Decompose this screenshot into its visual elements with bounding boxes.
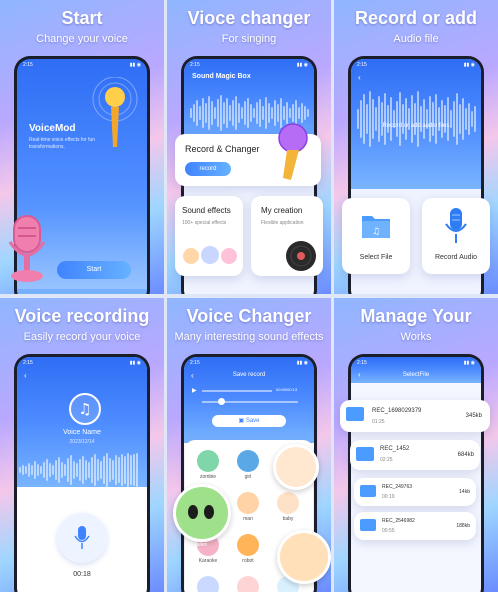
status-bar: 2:15 ▮▮ ◉ <box>23 360 141 366</box>
file-size: 188kb <box>456 523 470 529</box>
panel-subtitle: For singing <box>221 33 277 45</box>
status-bar: 2:15 ▮▮ ◉ <box>190 62 308 68</box>
panel-title: Vioce changer <box>187 8 311 28</box>
voice-name: Voice Name <box>63 429 101 436</box>
time-label: 00:00/00:13 <box>276 387 298 392</box>
save-icon: ▣ <box>238 418 246 424</box>
file-size: 345kb <box>465 413 482 419</box>
music-note-icon: ♫ <box>69 393 101 425</box>
file-name: REC_249763 <box>382 484 413 490</box>
microphone-icon <box>74 526 90 549</box>
recording-timer: 00:18 <box>73 571 91 578</box>
record-mic-button[interactable] <box>57 513 107 563</box>
card-desc: 100+ special effects <box>182 220 227 226</box>
phone-screen: 2:15 ▮▮ ◉ ‹ ♫ Voice Name 2023/12/14 00:1… <box>17 357 147 592</box>
file-row[interactable]: REC_1698029379 01:25 345kb <box>340 400 490 432</box>
volume-slider[interactable] <box>202 401 298 403</box>
file-name: REC_1452 <box>380 446 410 452</box>
microphone-icon <box>8 215 46 282</box>
card-desc: Flexible application <box>261 220 304 226</box>
panel-title: Voice Changer <box>186 306 312 326</box>
effect-baby[interactable] <box>277 492 299 514</box>
status-bar: 2:15 ▮▮ ◉ <box>23 62 141 68</box>
vinyl-icon <box>286 241 316 271</box>
sound-effects-card[interactable]: Sound effects 100+ special effects <box>175 196 243 276</box>
file-row[interactable]: REC_2546982 00:55 188kb <box>354 512 476 540</box>
banner-text: Record or add audio files <box>382 123 450 129</box>
effect-robot[interactable] <box>237 534 259 556</box>
panel-manage-works: Manage Your Works 2:15 ▮▮ ◉ ‹ SelectFile … <box>334 298 498 592</box>
file-duration: 01:25 <box>372 419 385 425</box>
effect-girl[interactable] <box>237 450 259 472</box>
record-audio-label: Record Audio <box>434 254 478 261</box>
folder-icon: ♫ <box>362 216 390 238</box>
app-header: Sound Magic Box <box>192 73 251 80</box>
effect-man[interactable] <box>237 492 259 514</box>
folder-icon <box>360 485 376 497</box>
record-audio-card[interactable]: Record Audio <box>422 198 490 274</box>
file-duration: 00:19 <box>382 494 395 500</box>
panel-title: Voice recording <box>14 306 150 326</box>
file-name: REC_2546982 <box>382 518 415 524</box>
back-arrow-icon[interactable]: ‹ <box>358 73 361 82</box>
phone-screen: 2:15 ▮▮ ◉ ‹ SelectFile <box>351 357 481 592</box>
file-row[interactable]: REC_249763 00:19 14kb <box>354 478 476 506</box>
panel-voice-recording: Voice recording Easily record your voice… <box>0 298 164 592</box>
status-bar: 2:15 ▮▮ ◉ <box>357 360 475 366</box>
folder-icon <box>356 447 374 461</box>
status-bar: 2:15 ▮▮ ◉ <box>190 360 308 366</box>
save-button[interactable]: ▣ Save <box>212 415 286 427</box>
panel-voice-changer: Vioce changer For singing 2:15 ▮▮ ◉ Sound… <box>167 0 331 294</box>
card-title: Record & Changer <box>185 144 260 154</box>
panel-start: Start Change your voice 2:15 ▮▮ ◉ VoiceMo… <box>0 0 164 294</box>
waveform <box>19 453 138 487</box>
file-row[interactable]: REC_1452 02:25 684kb <box>350 440 480 470</box>
voice-date: 2023/12/14 <box>69 439 95 445</box>
back-arrow-icon[interactable]: ‹ <box>24 371 27 380</box>
card-title: Sound effects <box>182 206 231 215</box>
screen-header: SelectFile <box>402 372 430 378</box>
folder-icon <box>346 407 364 421</box>
man-avatar <box>277 530 331 584</box>
my-creation-card[interactable]: My creation Flexible application <box>251 196 323 276</box>
panel-title: Record or add <box>354 8 478 28</box>
phone-frame: 2:15 ▮▮ ◉ ‹ SelectFile <box>348 354 484 592</box>
microphone-icon <box>445 208 467 243</box>
panel-subtitle: Easily record your voice <box>23 331 141 343</box>
panel-title: Manage Your <box>360 306 472 326</box>
status-bar: 2:15 ▮▮ ◉ <box>357 62 475 68</box>
card-title: My creation <box>261 206 303 215</box>
phone-frame: 2:15 ▮▮ ◉ ‹ ♫ Voice Name 2023/12/14 00:1… <box>14 354 150 592</box>
waveform <box>357 89 476 149</box>
panel-effects: Voice Changer Many interesting sound eff… <box>167 298 331 592</box>
file-duration: 00:55 <box>382 528 395 534</box>
select-file-card[interactable]: ♫ Select File <box>342 198 410 274</box>
microphone-icon <box>92 77 138 147</box>
screen-header: Save record <box>232 372 266 378</box>
app-name: VoiceMod <box>29 123 76 134</box>
panel-subtitle: Works <box>400 331 432 343</box>
progress-slider[interactable] <box>202 390 272 392</box>
panel-title: Start <box>61 8 103 28</box>
start-button[interactable]: Start <box>57 261 131 279</box>
panel-subtitle: Audio file <box>393 33 439 45</box>
file-size: 684kb <box>457 452 474 458</box>
file-name: REC_1698029379 <box>372 408 422 414</box>
effect-zombie[interactable] <box>197 450 219 472</box>
microphone-icon <box>278 123 308 180</box>
select-file-label: Select File <box>359 254 393 261</box>
panel-record-or-add: Record or add Audio file 2:15 ▮▮ ◉ ‹ Reco… <box>334 0 498 294</box>
girl-avatar <box>273 444 319 490</box>
record-button[interactable]: record <box>185 162 231 176</box>
file-size: 14kb <box>459 489 470 495</box>
screenshot-grid: Start Change your voice 2:15 ▮▮ ◉ VoiceMo… <box>0 0 498 592</box>
folder-icon <box>360 519 376 531</box>
svg-text:♫: ♫ <box>372 227 380 237</box>
effect-alien[interactable] <box>173 484 231 542</box>
panel-subtitle: Change your voice <box>36 33 128 45</box>
file-duration: 02:25 <box>380 457 393 463</box>
panel-subtitle: Many interesting sound effects <box>174 331 324 343</box>
play-icon[interactable]: ▶ <box>192 387 197 394</box>
